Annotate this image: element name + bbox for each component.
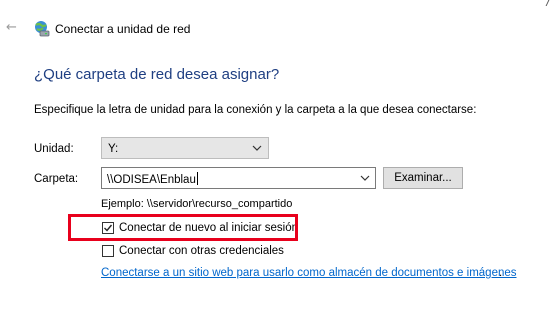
web-storage-link[interactable]: Conectarse a un sitio web para usarlo co… [101, 266, 517, 280]
folder-input[interactable]: \\ODISEA\Enblau [101, 167, 376, 189]
folder-input-value: \\ODISEA\Enblau [107, 174, 196, 186]
instruction-text: Especifique la letra de unidad para la c… [34, 104, 477, 116]
text-caret [196, 172, 198, 185]
back-arrow-icon[interactable]: ← [6, 20, 17, 36]
folder-label: Carpeta: [34, 173, 79, 185]
chevron-down-icon[interactable] [360, 174, 370, 182]
window-title: Conectar a unidad de red [55, 22, 191, 36]
web-link-period: . [499, 267, 503, 279]
page-title: ¿Qué carpeta de red desea asignar? [34, 66, 280, 83]
other-credentials-label[interactable]: Conectar con otras credenciales [119, 244, 284, 258]
window-corner-mark [545, 0, 552, 6]
drive-label: Unidad: [34, 143, 74, 155]
drive-select[interactable]: Y: [101, 137, 269, 159]
chevron-down-icon [252, 145, 262, 151]
browse-button[interactable]: Examinar... [383, 167, 463, 189]
highlight-annotation [68, 214, 298, 241]
drive-select-value: Y: [108, 143, 119, 155]
other-credentials-checkbox[interactable] [102, 245, 114, 257]
network-drive-icon [33, 20, 51, 38]
folder-example-text: Ejemplo: \\servidor\recurso_compartido [101, 198, 293, 210]
other-credentials-option[interactable]: Conectar con otras credenciales [102, 244, 292, 260]
